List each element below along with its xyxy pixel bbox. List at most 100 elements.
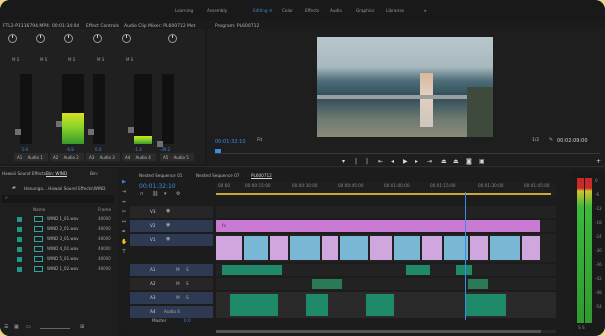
icon-view-icon[interactable]: ▦ <box>14 325 19 330</box>
video-clip[interactable] <box>270 236 288 260</box>
program-timecode[interactable]: 00:01:32:10 <box>215 139 246 145</box>
list-item[interactable]: WIND 1_01.wav 48000 <box>17 216 117 224</box>
workspace-audio[interactable]: Audio <box>330 8 342 13</box>
frame-rate-column-header[interactable]: Frame <box>98 207 111 212</box>
extract-icon[interactable]: ⏏ <box>453 159 459 165</box>
mute-solo[interactable]: M S <box>40 57 47 62</box>
bin-tab[interactable]: Hawaii Sound Effects <box>2 171 46 176</box>
track-header-v2[interactable]: V2 ◉ <box>130 220 213 232</box>
meter-solo-buttons[interactable]: S S <box>578 325 585 330</box>
fit-dropdown[interactable]: Fit <box>257 138 262 144</box>
audio-clip[interactable] <box>222 265 282 275</box>
go-to-out-icon[interactable]: ⇥ <box>427 159 432 165</box>
scrollbar-thumb[interactable] <box>216 330 541 333</box>
workspace-editing[interactable]: Editing <box>253 8 268 13</box>
video-clip[interactable] <box>216 236 242 260</box>
solo-button[interactable]: S <box>186 295 189 300</box>
solo-button[interactable]: S <box>186 281 189 286</box>
workspace-color[interactable]: Color <box>282 8 293 13</box>
track-select-tool-icon[interactable]: ⇥ <box>121 189 127 195</box>
toggle-output-icon[interactable]: ◉ <box>166 237 170 242</box>
list-item[interactable]: WIND 1_02.wav 48000 <box>17 266 117 274</box>
track-header-a1[interactable]: A1 M S <box>130 264 213 276</box>
add-marker-icon[interactable]: ▾ <box>164 192 167 197</box>
comparison-icon[interactable]: ▣ <box>479 159 485 165</box>
volume-value[interactable]: -1.4 <box>134 147 142 152</box>
volume-value[interactable]: -6.8 <box>66 147 74 152</box>
toggle-output-icon[interactable]: ◉ <box>166 223 170 228</box>
selection-tool-icon[interactable]: ▶ <box>121 179 127 185</box>
mute-solo[interactable]: M S <box>68 57 75 62</box>
list-view-icon[interactable]: ☰ <box>4 325 8 330</box>
program-scrub-bar[interactable] <box>215 153 600 154</box>
solo-button[interactable]: S <box>186 267 189 272</box>
workspace-graphics[interactable]: Graphics <box>356 8 375 13</box>
volume-value[interactable]: 0.0 <box>22 147 28 152</box>
new-item-icon[interactable]: ⊞ <box>80 325 84 330</box>
toggle-output-icon[interactable]: ◉ <box>166 209 170 214</box>
track-header-v3[interactable]: V3 ◉ <box>130 206 213 218</box>
settings-icon[interactable]: ⚙ <box>176 192 180 197</box>
list-item[interactable]: WIND 4_01.wav 48000 <box>17 246 117 254</box>
volume-fader[interactable] <box>15 129 21 135</box>
name-column-header[interactable]: Name <box>33 207 45 212</box>
volume-value[interactable]: 0.0 <box>95 147 101 152</box>
track-lane-a2[interactable] <box>216 278 556 290</box>
track-lane-v2[interactable]: fx <box>216 220 556 232</box>
freeform-view-icon[interactable]: ▭ <box>26 325 31 330</box>
volume-fader[interactable] <box>128 127 134 133</box>
mark-out-icon[interactable]: | <box>366 159 368 165</box>
zoom-slider[interactable] <box>40 328 70 329</box>
bin-tab[interactable]: Bin: WIND <box>46 171 68 178</box>
volume-fader[interactable] <box>56 121 62 127</box>
workspace-assembly[interactable]: Assembly <box>207 8 227 13</box>
list-item[interactable]: WIND 3_01.wav 48000 <box>17 236 117 244</box>
bin-tab[interactable]: Bin: <box>90 171 98 176</box>
track-lane-a1[interactable] <box>216 264 556 276</box>
type-tool-icon[interactable]: T <box>121 249 127 255</box>
sequence-tab[interactable]: Nested Sequence 07 <box>196 173 239 178</box>
track-header-a3[interactable]: A3 M S <box>130 292 213 304</box>
timeline-scrollbar[interactable] <box>216 330 556 333</box>
video-clip[interactable] <box>522 236 540 260</box>
track-header-a2[interactable]: A2 M S <box>130 278 213 290</box>
bin-search-input[interactable]: ⌕ <box>2 195 114 203</box>
step-back-icon[interactable]: ◂ <box>391 159 394 165</box>
wrench-icon[interactable]: ✎ <box>549 138 553 143</box>
master-volume[interactable]: 0.0 <box>184 318 191 323</box>
video-clip[interactable] <box>370 236 392 260</box>
mute-solo[interactable]: M S <box>97 57 104 62</box>
add-marker-icon[interactable]: ▾ <box>342 159 345 165</box>
track-header-v1[interactable]: V1 ◉ <box>130 234 213 246</box>
snap-icon[interactable]: ∩ <box>140 192 144 197</box>
time-ruler[interactable]: 00:00 00:00:15:00 00:00:30:00 00:00:45:0… <box>216 182 556 196</box>
resolution-dropdown[interactable]: 1/2 <box>532 138 539 144</box>
more-workspaces-icon[interactable]: » <box>424 8 427 13</box>
video-clip[interactable] <box>422 236 442 260</box>
camera-icon[interactable]: ◙ <box>466 159 472 165</box>
audio-clip[interactable] <box>468 279 488 289</box>
workspace-menu-icon[interactable]: ≡ <box>269 8 273 13</box>
workspace-effects[interactable]: Effects <box>305 8 319 13</box>
audio-clip[interactable] <box>366 294 394 316</box>
video-clip[interactable] <box>490 236 520 260</box>
audio-clip[interactable] <box>466 294 506 316</box>
work-area-bar[interactable] <box>216 193 551 195</box>
mute-solo[interactable]: M S <box>126 57 133 62</box>
video-clip[interactable] <box>470 236 488 260</box>
lift-icon[interactable]: ⏏ <box>441 159 447 165</box>
mute-solo[interactable]: M S <box>12 57 19 62</box>
add-button-icon[interactable]: + <box>596 159 601 165</box>
mute-button[interactable]: M <box>176 267 180 272</box>
linked-selection-icon[interactable]: ⛓ <box>152 192 158 197</box>
list-item[interactable]: WIND 5_01.wav 48000 <box>17 256 117 264</box>
video-clip[interactable] <box>322 236 338 260</box>
hand-tool-icon[interactable]: ✋ <box>121 239 127 245</box>
video-clip[interactable] <box>244 236 268 260</box>
volume-fader[interactable] <box>88 129 94 135</box>
sequence-tab[interactable]: Nested Sequence 01 <box>139 173 182 178</box>
mute-button[interactable]: M <box>176 281 180 286</box>
sequence-tab[interactable]: PL600712 <box>251 173 272 180</box>
step-forward-icon[interactable]: ▸ <box>415 159 418 165</box>
timeline-timecode[interactable]: 00:01:32:10 <box>139 183 176 190</box>
